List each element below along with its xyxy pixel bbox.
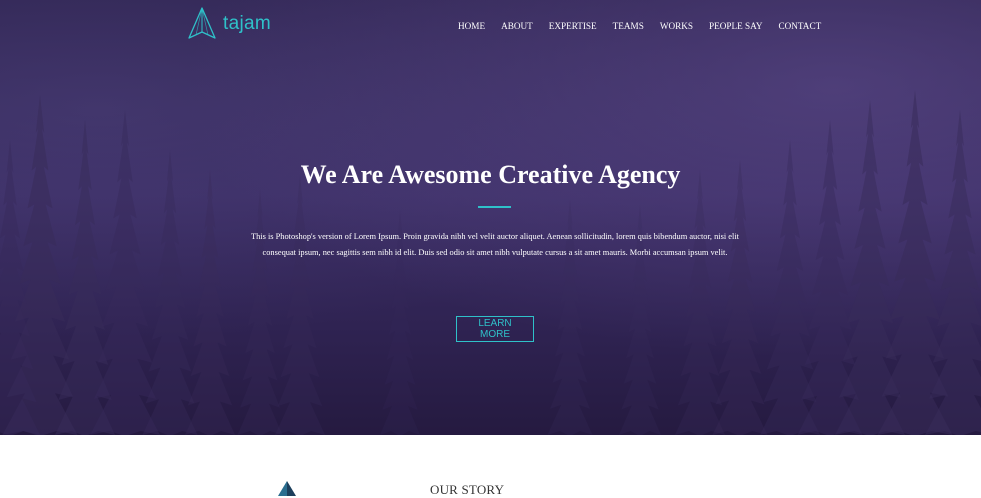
nav-item-expertise[interactable]: EXPERTISE xyxy=(549,20,597,32)
brand-logo[interactable]: tajam xyxy=(187,7,271,41)
nav-item-works[interactable]: WORKS xyxy=(660,20,693,32)
nav-item-about[interactable]: ABOUT xyxy=(501,20,533,32)
nav-item-home[interactable]: HOME xyxy=(458,20,485,32)
brand-name: tajam xyxy=(223,13,271,34)
hero-section: tajam HOME ABOUT EXPERTISE TEAMS WORKS P… xyxy=(0,0,981,435)
tree-silhouette xyxy=(185,170,235,435)
headline-divider xyxy=(478,206,511,208)
tree-silhouette xyxy=(237,190,283,435)
hero-text: This is Photoshop's version of Lorem Ips… xyxy=(250,232,739,257)
tree-silhouette xyxy=(712,160,768,435)
tree-silhouette xyxy=(675,170,725,435)
main-navigation: HOME ABOUT EXPERTISE TEAMS WORKS PEOPLE … xyxy=(458,20,837,32)
learn-more-button[interactable]: LEARN MORE xyxy=(456,316,534,342)
our-story-title: OUR STORY xyxy=(430,482,505,497)
forest-background-image xyxy=(0,90,981,435)
nav-item-teams[interactable]: TEAMS xyxy=(613,20,644,32)
tree-silhouette xyxy=(142,150,198,435)
pyramid-logo-icon xyxy=(188,7,216,39)
tree-silhouette xyxy=(90,110,160,435)
hero-headline: We Are Awesome Creative Agency xyxy=(300,160,681,189)
nav-item-people-say[interactable]: PEOPLE SAY xyxy=(709,20,763,32)
tree-silhouette xyxy=(275,175,325,435)
nav-item-contact[interactable]: CONTACT xyxy=(779,20,822,32)
